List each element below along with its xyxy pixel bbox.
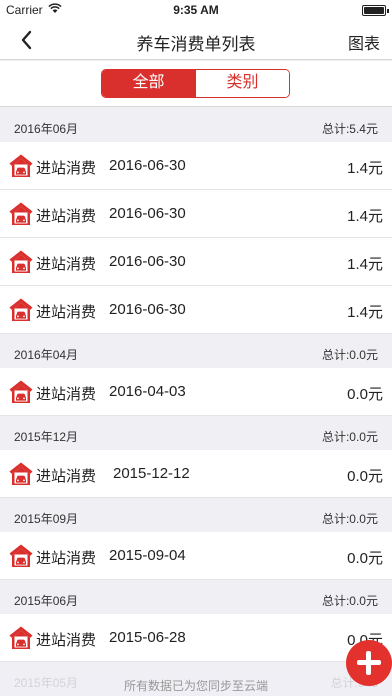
expense-date: 2016-06-30 <box>109 205 186 222</box>
month-total: 总计:5.4元 <box>321 122 378 136</box>
expense-row[interactable]: 进站消费 2016-06-30 1.4元 <box>0 238 392 286</box>
filter-bar: 全部 类别 <box>0 61 392 107</box>
expense-amount: 1.4元 <box>347 208 383 225</box>
garage-car-icon <box>9 544 33 567</box>
month-total: 总计:0.0元 <box>321 430 378 444</box>
expense-date: 2015-12-12 <box>113 465 190 482</box>
expense-row[interactable]: 进站消费 2015-12-12 0.0元 <box>0 450 392 498</box>
month-header: 2015年09月 总计:0.0元 <box>0 498 392 532</box>
garage-car-icon <box>9 202 33 225</box>
expense-type: 进站消费 <box>36 550 97 567</box>
expense-type: 进站消费 <box>36 208 97 225</box>
expense-row[interactable]: 进站消费 2015-09-04 0.0元 <box>0 532 392 580</box>
expense-amount: 1.4元 <box>347 256 383 273</box>
garage-car-icon <box>9 250 33 273</box>
expense-date: 2015-06-28 <box>109 629 186 646</box>
garage-car-icon <box>9 626 33 649</box>
expense-date: 2015-09-04 <box>109 547 186 564</box>
month-label: 2016年04月 <box>14 348 79 362</box>
garage-car-icon <box>9 154 33 177</box>
garage-car-icon <box>9 462 33 485</box>
expense-type: 进站消费 <box>36 468 97 485</box>
month-label: 2015年12月 <box>14 430 79 444</box>
month-total: 总计:0.0元 <box>321 512 378 526</box>
month-header: 2016年06月 总计:5.4元 <box>0 108 392 142</box>
status-bar: Carrier 9:35 AM <box>0 0 392 20</box>
expense-type: 进站消费 <box>36 304 97 321</box>
month-header: 2016年04月 总计:0.0元 <box>0 334 392 368</box>
expense-date: 2016-06-30 <box>109 157 186 174</box>
expense-date: 2016-06-30 <box>109 301 186 318</box>
expense-row[interactable]: 进站消费 2016-06-30 1.4元 <box>0 286 392 334</box>
garage-car-icon <box>9 298 33 321</box>
expense-amount: 1.4元 <box>347 160 383 177</box>
month-total: 总计:0.0元 <box>321 594 378 608</box>
expense-row[interactable]: 进站消费 2016-04-03 0.0元 <box>0 368 392 416</box>
expense-date: 2016-04-03 <box>109 383 186 400</box>
navigation-bar: 养车消费单列表 图表 <box>0 20 392 60</box>
expense-amount: 0.0元 <box>347 550 383 567</box>
expense-type: 进站消费 <box>36 386 97 403</box>
chart-button[interactable]: 图表 <box>348 30 380 54</box>
month-total: 总计:0.0元 <box>321 348 378 362</box>
expense-row[interactable]: 进站消费2015-06-280.0元 <box>0 614 392 662</box>
month-header: 2015年12月 总计:0.0元 <box>0 416 392 450</box>
garage-car-icon <box>9 380 33 403</box>
segmented-control: 全部 类别 <box>101 69 290 98</box>
expense-row[interactable]: 进站消费 2016-06-30 1.4元 <box>0 190 392 238</box>
expense-row[interactable]: 进站消费 2016-06-30 1.4元 <box>0 142 392 190</box>
expense-list[interactable]: 2016年06月 总计:5.4元 进站消费 2016-06-30 1.4元 进站消费 201… <box>0 108 392 696</box>
expense-amount: 1.4元 <box>347 304 383 321</box>
battery-icon <box>362 5 389 16</box>
month-header: 2015年06月 总计:0.0元 <box>0 580 392 614</box>
segment-all[interactable]: 全部 <box>102 70 195 97</box>
add-button[interactable] <box>346 640 392 686</box>
page-title: 养车消费单列表 <box>136 35 256 54</box>
expense-type: 进站消费 <box>36 632 97 649</box>
expense-type: 进站消费 <box>36 160 97 177</box>
segment-category[interactable]: 类别 <box>195 70 289 97</box>
clock: 9:35 AM <box>173 3 219 17</box>
expense-type: 进站消费 <box>36 256 97 273</box>
month-label: 2016年06月 <box>14 122 79 136</box>
month-label: 2015年09月 <box>14 512 79 526</box>
sync-footer: 所有数据已为您同步至云端 <box>0 676 392 696</box>
month-label: 2015年06月 <box>14 594 79 608</box>
expense-amount: 0.0元 <box>347 468 383 485</box>
expense-amount: 0.0元 <box>347 386 383 403</box>
expense-date: 2016-06-30 <box>109 253 186 270</box>
